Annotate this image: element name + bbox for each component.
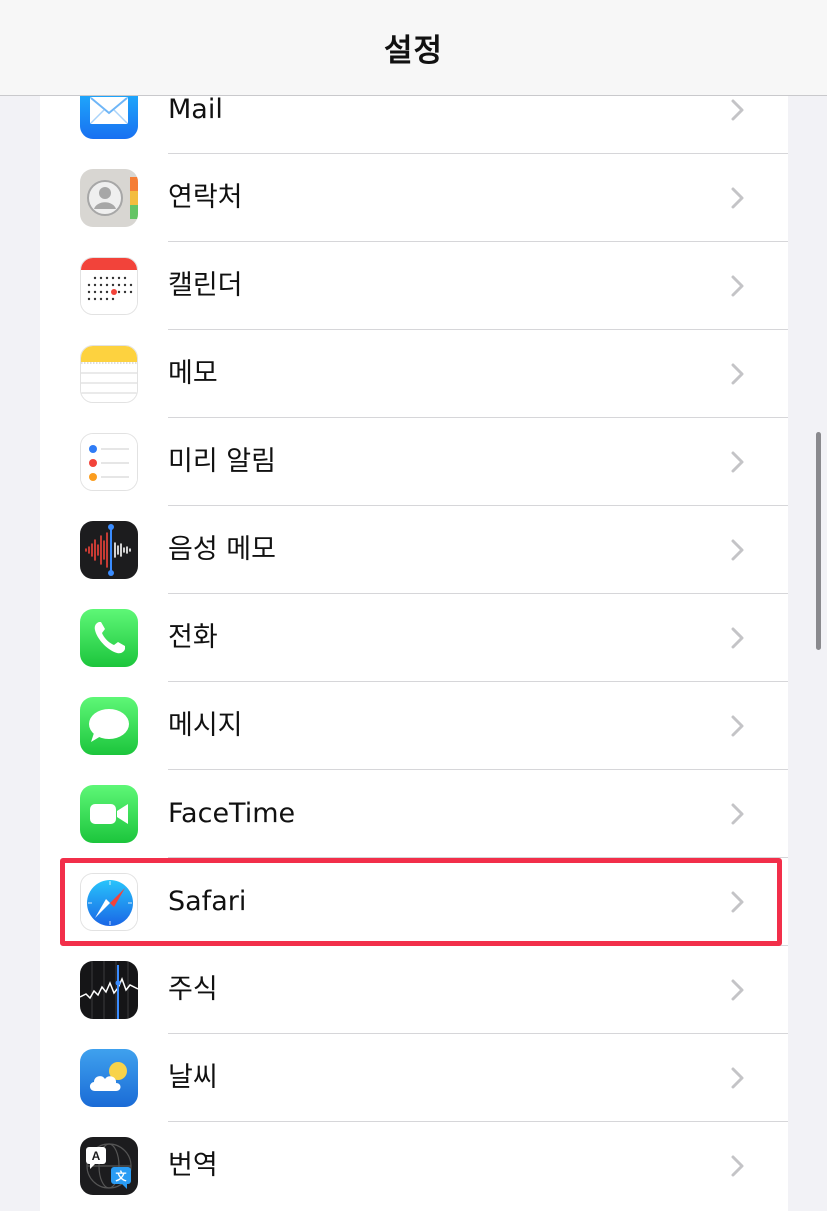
messages-icon <box>80 697 138 755</box>
settings-row-label: 전화 <box>168 622 218 653</box>
chevron-right-icon <box>730 626 746 650</box>
reminders-icon <box>80 433 138 491</box>
translate-icon: A 文 <box>80 1137 138 1195</box>
settings-row-stocks[interactable]: 주식 <box>40 946 788 1034</box>
chevron-right-icon <box>730 274 746 298</box>
settings-screen: 설정 Mail 연락처 캘린더 메모 미리 알림 음성 메모 전화 메시지 Fa… <box>0 0 827 1211</box>
stocks-icon <box>80 961 138 1019</box>
settings-row-calendar[interactable]: 캘린더 <box>40 242 788 330</box>
weather-icon <box>80 1049 138 1107</box>
settings-row-label: FaceTime <box>168 798 296 829</box>
settings-row-contacts[interactable]: 연락처 <box>40 154 788 242</box>
contacts-icon <box>80 169 138 227</box>
scrollbar[interactable] <box>816 432 821 650</box>
settings-row-weather[interactable]: 날씨 <box>40 1034 788 1122</box>
settings-row-messages[interactable]: 메시지 <box>40 682 788 770</box>
chevron-right-icon <box>730 802 746 826</box>
settings-row-voice-memos[interactable]: 음성 메모 <box>40 506 788 594</box>
chevron-right-icon <box>730 714 746 738</box>
chevron-right-icon <box>730 1066 746 1090</box>
settings-row-label: 주식 <box>168 974 218 1005</box>
voice-memos-icon <box>80 521 138 579</box>
chevron-right-icon <box>730 186 746 210</box>
phone-icon <box>80 609 138 667</box>
safari-highlight-box <box>60 858 782 946</box>
settings-row-notes[interactable]: 메모 <box>40 330 788 418</box>
chevron-right-icon <box>730 98 746 122</box>
settings-row-label: 날씨 <box>168 1062 218 1093</box>
settings-row-facetime[interactable]: FaceTime <box>40 770 788 858</box>
svg-text:A: A <box>92 1149 101 1163</box>
settings-row-label: 번역 <box>168 1150 218 1181</box>
settings-row-label: 음성 메모 <box>168 534 276 565</box>
settings-row-label: 메모 <box>168 358 218 389</box>
settings-row-translate[interactable]: A 文 번역 <box>40 1122 788 1210</box>
settings-row-label: 캘린더 <box>168 270 243 301</box>
chevron-right-icon <box>730 450 746 474</box>
navigation-bar: 설정 <box>0 0 827 96</box>
settings-row-label: 연락처 <box>168 182 243 213</box>
page-title: 설정 <box>383 33 444 69</box>
chevron-right-icon <box>730 978 746 1002</box>
svg-text:文: 文 <box>116 1169 128 1183</box>
calendar-icon <box>80 257 138 315</box>
settings-list: Mail 연락처 캘린더 메모 미리 알림 음성 메모 전화 메시지 FaceT… <box>40 66 788 1211</box>
notes-icon <box>80 345 138 403</box>
chevron-right-icon <box>730 1154 746 1178</box>
settings-row-label: 미리 알림 <box>168 446 276 477</box>
settings-row-phone[interactable]: 전화 <box>40 594 788 682</box>
chevron-right-icon <box>730 538 746 562</box>
facetime-icon <box>80 785 138 843</box>
settings-row-reminders[interactable]: 미리 알림 <box>40 418 788 506</box>
settings-row-label: 메시지 <box>168 710 243 741</box>
chevron-right-icon <box>730 362 746 386</box>
